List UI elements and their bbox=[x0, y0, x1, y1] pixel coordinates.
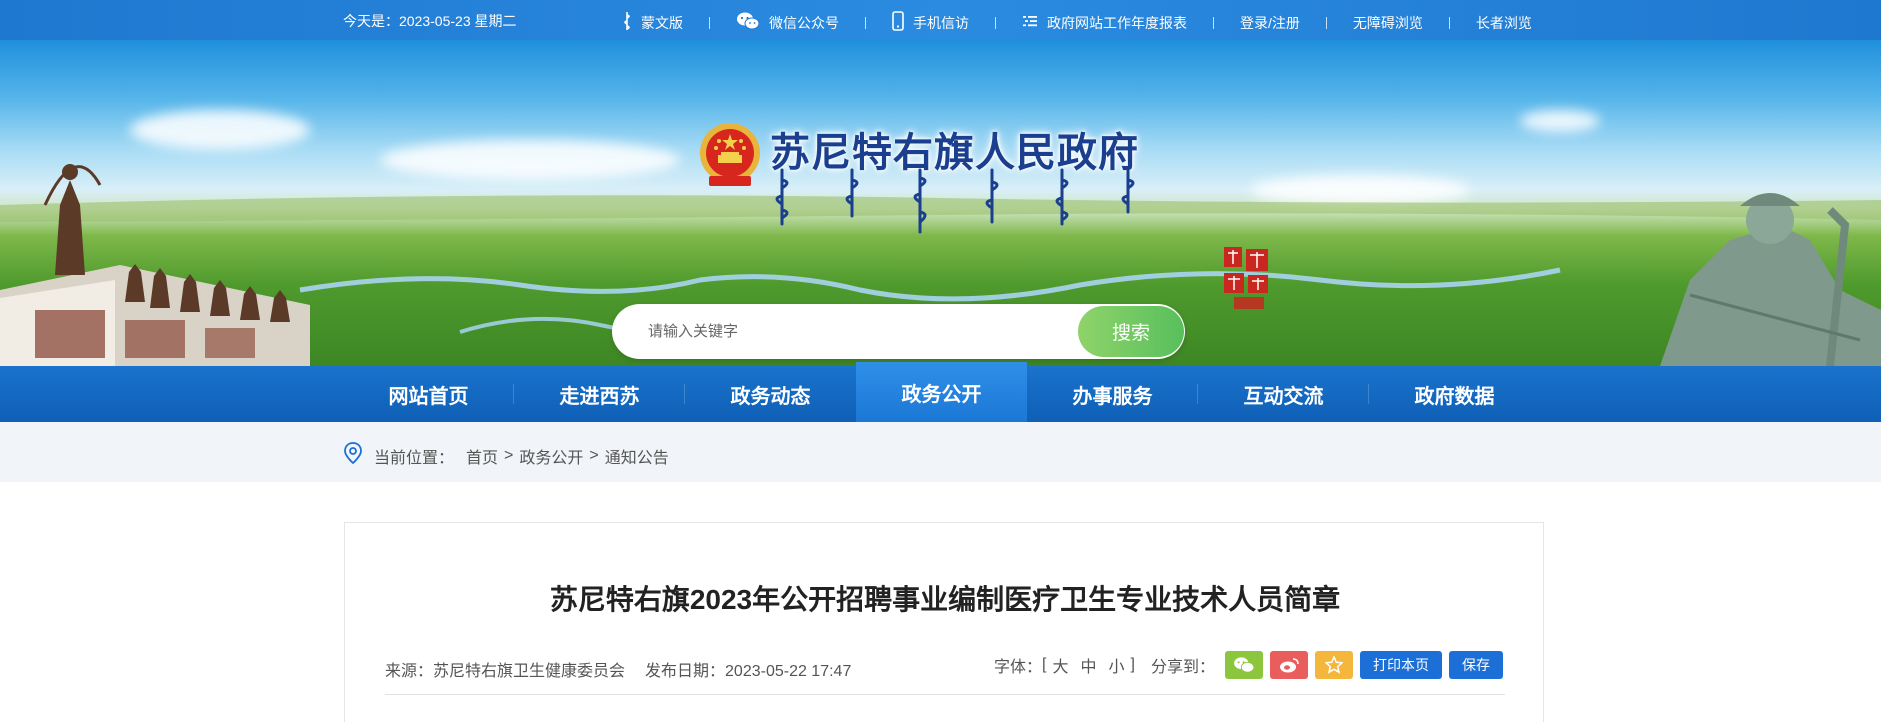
search-input[interactable] bbox=[612, 304, 1082, 359]
top-bar: 今天是：2023-05-23 星期二 蒙文版 微信公众号 手机信访 政府网站工作… bbox=[0, 0, 1881, 40]
mongolian-title bbox=[775, 168, 1135, 234]
nav-item-label: 网站首页 bbox=[388, 385, 469, 408]
mobile-phone-icon bbox=[892, 11, 904, 34]
national-emblem-icon bbox=[700, 123, 760, 186]
breadcrumb-prefix: 当前位置： bbox=[374, 449, 455, 467]
article-title: 苏尼特右旗2023年公开招聘事业编制医疗卫生专业技术人员简章 bbox=[549, 584, 1341, 615]
header-banner: 苏尼特右旗人民政府 搜索 bbox=[0, 40, 1881, 366]
wechat-account-label: 微信公众号 bbox=[769, 14, 839, 31]
article-publish-date: 发布日期：2023-05-22 17:47 bbox=[645, 663, 852, 680]
breadcrumb-separator: > bbox=[504, 446, 514, 464]
font-bracket-close: ] bbox=[1130, 656, 1135, 673]
nav-item-home[interactable]: 网站首页 bbox=[343, 366, 514, 422]
nav-item-gov-disclosure[interactable]: 政务公开 bbox=[856, 362, 1027, 422]
nav-item-label: 政务公开 bbox=[901, 383, 982, 406]
wechat-account-link[interactable]: 微信公众号 bbox=[736, 11, 839, 34]
top-divider bbox=[1325, 16, 1327, 29]
top-divider bbox=[1213, 16, 1214, 29]
share-weibo-button[interactable] bbox=[1270, 651, 1308, 679]
weibo-icon bbox=[1280, 658, 1299, 673]
nav-item-about-xisu[interactable]: 走进西苏 bbox=[514, 366, 685, 422]
font-size-label: 字体： bbox=[994, 659, 1043, 676]
share-favorite-button[interactable] bbox=[1315, 651, 1353, 679]
article-divider bbox=[385, 694, 1505, 695]
annual-report-label: 政府网站工作年度报表 bbox=[1047, 14, 1187, 31]
top-divider bbox=[709, 16, 710, 29]
print-page-button[interactable]: 打印本页 bbox=[1360, 651, 1442, 679]
current-date: 今天是：2023-05-23 星期二 bbox=[343, 13, 517, 29]
article-panel: 苏尼特右旗2023年公开招聘事业编制医疗卫生专业技术人员简章 来源：苏尼特右旗卫… bbox=[344, 522, 1544, 722]
breadcrumb-home[interactable]: 首页 bbox=[466, 444, 498, 468]
save-button[interactable]: 保存 bbox=[1449, 651, 1503, 679]
font-size-medium[interactable]: 中 bbox=[1081, 653, 1097, 677]
share-wechat-button[interactable] bbox=[1225, 651, 1263, 679]
report-list-icon bbox=[1022, 13, 1038, 32]
nav-item-label: 走进西苏 bbox=[559, 385, 640, 408]
annual-report-link[interactable]: 政府网站工作年度报表 bbox=[1022, 13, 1187, 33]
mobile-petition-label: 手机信访 bbox=[913, 14, 969, 31]
breadcrumb-notices[interactable]: 通知公告 bbox=[605, 444, 669, 468]
breadcrumb: 当前位置： 首页 > 政务公开 > 通知公告 bbox=[343, 441, 669, 470]
mobile-petition-link[interactable]: 手机信访 bbox=[892, 11, 969, 34]
mongolian-version-link[interactable]: 蒙文版 bbox=[622, 11, 683, 34]
nav-item-services[interactable]: 办事服务 bbox=[1027, 366, 1198, 422]
star-icon bbox=[1325, 656, 1343, 674]
nav-item-label: 政府数据 bbox=[1414, 385, 1495, 408]
nav-item-gov-news[interactable]: 政务动态 bbox=[685, 366, 856, 422]
top-divider bbox=[865, 16, 866, 29]
elder-mode-link[interactable]: 长者浏览 bbox=[1476, 13, 1532, 33]
nav-item-interaction[interactable]: 互动交流 bbox=[1198, 366, 1369, 422]
search-button[interactable]: 搜索 bbox=[1078, 306, 1184, 357]
top-divider bbox=[1448, 16, 1450, 29]
login-register-link[interactable]: 登录/注册 bbox=[1240, 13, 1300, 33]
nav-item-label: 互动交流 bbox=[1243, 385, 1324, 408]
article-tools: 字体： [ 大 中 小 ] 分享到： 打印本页 保存 bbox=[994, 651, 1503, 679]
breadcrumb-separator: > bbox=[589, 446, 599, 464]
location-pin-icon bbox=[343, 441, 363, 470]
mongolian-script-icon bbox=[622, 11, 632, 34]
calligraphy-seal-icon bbox=[1224, 247, 1268, 309]
nav-item-label: 政务动态 bbox=[730, 385, 811, 408]
top-links: 蒙文版 微信公众号 手机信访 政府网站工作年度报表 登录/注册 无障碍浏览 长者… bbox=[622, 11, 1532, 34]
article-meta: 来源：苏尼特右旗卫生健康委员会 发布日期：2023-05-22 17:47 bbox=[385, 657, 851, 681]
breadcrumb-gov-disclosure[interactable]: 政务公开 bbox=[519, 444, 583, 468]
font-bracket-open: [ bbox=[1042, 656, 1047, 673]
font-size-small[interactable]: 小 bbox=[1109, 653, 1125, 677]
main-nav: 网站首页 走进西苏 政务动态 政务公开 办事服务 互动交流 政府数据 bbox=[0, 362, 1881, 422]
mongolian-version-label: 蒙文版 bbox=[641, 14, 683, 31]
article-source: 来源：苏尼特右旗卫生健康委员会 bbox=[385, 663, 626, 680]
wechat-icon bbox=[736, 11, 760, 34]
wechat-icon bbox=[1234, 657, 1255, 673]
nav-item-label: 办事服务 bbox=[1072, 385, 1153, 408]
nav-item-gov-data[interactable]: 政府数据 bbox=[1369, 366, 1540, 422]
search-box: 搜索 bbox=[612, 304, 1185, 359]
top-divider bbox=[995, 16, 996, 29]
breadcrumb-bar: 当前位置： 首页 > 政务公开 > 通知公告 bbox=[0, 422, 1881, 482]
accessibility-link[interactable]: 无障碍浏览 bbox=[1353, 13, 1423, 33]
font-size-large[interactable]: 大 bbox=[1052, 653, 1068, 677]
share-label: 分享到： bbox=[1150, 659, 1215, 676]
